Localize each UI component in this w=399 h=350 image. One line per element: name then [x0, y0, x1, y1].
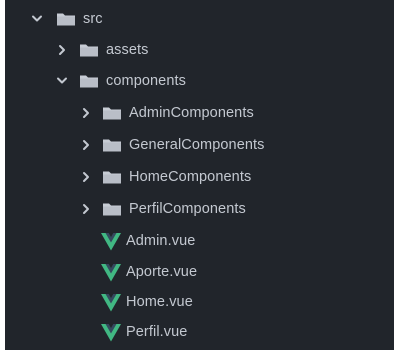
- file-explorer: src assets components AdminComponents Ge…: [5, 0, 394, 350]
- chevron-right-icon[interactable]: [79, 129, 93, 161]
- folder-icon: [101, 193, 123, 225]
- tree-item-src[interactable]: src: [5, 3, 394, 35]
- vue-file-icon: [100, 286, 122, 318]
- tree-item-label: Perfil.vue: [126, 324, 188, 340]
- tree-item-admin-components[interactable]: AdminComponents: [5, 97, 394, 129]
- folder-icon: [78, 34, 100, 66]
- tree-item-perfil-vue[interactable]: Perfil.vue: [5, 316, 394, 348]
- folder-icon: [78, 65, 100, 97]
- vue-file-icon: [100, 256, 122, 288]
- tree-item-label: Aporte.vue: [126, 264, 198, 280]
- chevron-right-icon[interactable]: [79, 97, 93, 129]
- chevron-down-icon[interactable]: [30, 3, 44, 35]
- tree-item-perfil-components[interactable]: PerfilComponents: [5, 193, 394, 225]
- tree-item-components[interactable]: components: [5, 65, 394, 97]
- vue-file-icon: [100, 225, 122, 257]
- tree-item-label: assets: [106, 42, 149, 58]
- tree-item-home-vue[interactable]: Home.vue: [5, 286, 394, 318]
- tree-item-label: Admin.vue: [126, 233, 196, 249]
- tree-item-label: HomeComponents: [129, 169, 252, 185]
- chevron-down-icon[interactable]: [55, 65, 69, 97]
- tree-item-label: AdminComponents: [129, 105, 254, 121]
- chevron-right-icon[interactable]: [79, 193, 93, 225]
- folder-icon: [55, 3, 77, 35]
- tree-item-aporte-vue[interactable]: Aporte.vue: [5, 256, 394, 288]
- chevron-right-icon[interactable]: [55, 34, 69, 66]
- tree-item-label: components: [106, 73, 186, 89]
- folder-icon: [101, 161, 123, 193]
- folder-icon: [101, 129, 123, 161]
- tree-item-admin-vue[interactable]: Admin.vue: [5, 225, 394, 257]
- tree-item-label: GeneralComponents: [129, 137, 265, 153]
- tree-item-assets[interactable]: assets: [5, 34, 394, 66]
- chevron-right-icon[interactable]: [79, 161, 93, 193]
- tree-item-label: PerfilComponents: [129, 201, 246, 217]
- tree-item-label: Home.vue: [126, 294, 193, 310]
- vue-file-icon: [100, 316, 122, 348]
- tree-item-label: src: [83, 11, 103, 27]
- folder-icon: [101, 97, 123, 129]
- tree-item-general-components[interactable]: GeneralComponents: [5, 129, 394, 161]
- tree-item-home-components[interactable]: HomeComponents: [5, 161, 394, 193]
